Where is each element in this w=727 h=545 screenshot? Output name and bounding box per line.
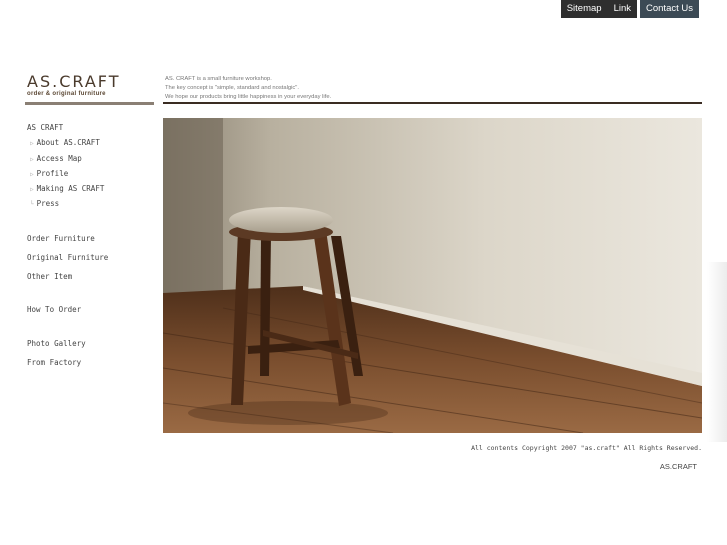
sidebar-navigation: AS CRAFT ▷ About AS.CRAFT ▷ Access Map ▷ Pr… [27, 120, 108, 370]
contact-us-link[interactable]: Contact Us [640, 0, 699, 18]
sidebar-item-label: Profile [36, 168, 69, 178]
link-link[interactable]: Link [608, 0, 637, 18]
sidebar-item-label: Making AS CRAFT [36, 184, 105, 194]
sidebar-item-label: Access Map [36, 153, 82, 163]
branch-marker-icon: ▷ [30, 140, 34, 148]
tagline-line: AS. CRAFT is a small furniture workshop. [165, 76, 272, 82]
sidebar-item-original-furniture[interactable]: Original Furniture [27, 250, 108, 269]
top-navigation: Sitemap Link Contact Us [558, 0, 699, 18]
logo-divider [25, 102, 154, 105]
footer-brand: AS.CRAFT [659, 462, 697, 471]
sidebar-item-about[interactable]: ▷ About AS.CRAFT [27, 135, 108, 150]
tagline-line: The key concept is "simple, standard and… [165, 85, 299, 91]
sidebar-item-how-to-order[interactable]: How To Order [27, 302, 108, 317]
site-logo[interactable]: AS.CRAFT order & original furniture [27, 72, 155, 98]
sidebar-item-from-factory[interactable]: From Factory [27, 355, 108, 370]
tagline-line: We hope our products bring little happin… [165, 94, 332, 100]
site-tagline: AS. CRAFT is a small furniture workshop.… [165, 75, 331, 102]
sidebar-item-profile[interactable]: ▷ Profile [27, 166, 108, 181]
sidebar-item-making[interactable]: ▷ Making AS CRAFT [27, 181, 108, 196]
sidebar-item-order-furniture[interactable]: Order Furniture [27, 231, 108, 250]
sidebar-item-label: Press [36, 199, 60, 209]
hero-photo [163, 118, 702, 433]
logo-subtitle: order & original furniture [27, 91, 106, 97]
header-divider [163, 102, 702, 104]
sidebar-item-home[interactable]: AS CRAFT [27, 120, 108, 135]
sidebar-item-press[interactable]: └ Press [27, 196, 108, 211]
sidebar-item-access-map[interactable]: ▷ Access Map [27, 151, 108, 166]
branch-marker-icon: ▷ [30, 155, 34, 163]
stool-photo-image [163, 118, 702, 433]
sidebar-item-other-item[interactable]: Other Item [27, 269, 108, 288]
sidebar-item-label: About AS.CRAFT [36, 138, 100, 148]
logo-name: AS.CRAFT [27, 72, 121, 91]
copyright-text: All contents Copyright 2007 "as.craft" A… [471, 444, 702, 452]
sitemap-link[interactable]: Sitemap [561, 0, 608, 18]
branch-marker-icon: ▷ [30, 186, 34, 194]
top-nav-group: Sitemap Link [560, 0, 637, 18]
contact-nav-group: Contact Us [640, 0, 699, 18]
edge-shadow [707, 262, 727, 442]
branch-end-marker-icon: └ [30, 201, 34, 209]
sidebar-item-photo-gallery[interactable]: Photo Gallery [27, 336, 108, 355]
branch-marker-icon: ▷ [30, 170, 34, 178]
